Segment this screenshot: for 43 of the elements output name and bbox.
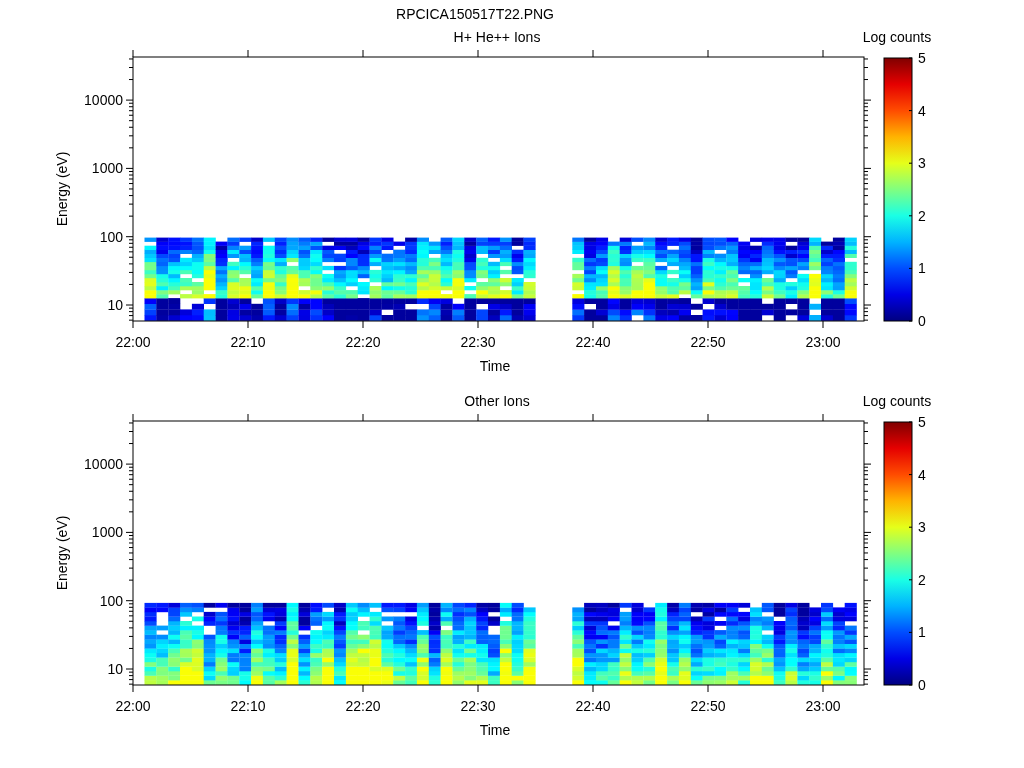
colorbar-tick-label: 5 <box>918 414 926 430</box>
x-tick-label: 22:00 <box>115 334 151 350</box>
panel-title: H+ He++ Ions <box>453 29 541 45</box>
x-tick-label: 23:00 <box>805 334 841 350</box>
colorbar-tick-label: 5 <box>918 50 926 66</box>
y-axis-label: Energy (eV) <box>54 151 70 227</box>
colorbar-tick-label: 3 <box>918 155 926 172</box>
x-tick-label: 22:10 <box>230 334 266 350</box>
x-tick-label: 22:40 <box>575 698 611 714</box>
figure-title: RPCICA150517T22.PNG <box>396 6 554 22</box>
x-tick-label: 22:20 <box>345 698 381 714</box>
x-axis-label: Time <box>479 358 511 374</box>
panel-title: Other Ions <box>464 393 530 409</box>
y-tick-label: 1000 <box>91 524 123 541</box>
x-tick-label: 22:20 <box>345 334 381 350</box>
y-tick-label: 10000 <box>84 92 123 109</box>
colorbar-tick-label: 4 <box>918 466 926 483</box>
colorbar-tick-label: 1 <box>918 624 926 641</box>
y-tick-label: 100 <box>99 592 123 609</box>
colorbar-tick-label: 0 <box>918 677 926 693</box>
y-tick-label: 10000 <box>84 456 123 473</box>
x-tick-label: 22:00 <box>115 698 151 714</box>
x-tick-label: 22:50 <box>690 334 726 350</box>
y-axis-label: Energy (eV) <box>54 515 70 591</box>
x-tick-label: 22:10 <box>230 698 266 714</box>
colorbar-tick-label: 4 <box>918 102 926 119</box>
y-tick-label: 1000 <box>91 160 123 177</box>
y-tick-label: 10 <box>107 661 123 677</box>
colorbar-label: Log counts <box>862 29 932 45</box>
colorbar-label: Log counts <box>862 393 932 409</box>
colorbar-tick-label: 2 <box>918 207 926 224</box>
x-tick-label: 22:30 <box>460 334 496 350</box>
x-axis-label: Time <box>479 722 511 738</box>
x-tick-label: 22:40 <box>575 334 611 350</box>
x-tick-label: 22:30 <box>460 698 496 714</box>
colorbar-tick-label: 0 <box>918 313 926 329</box>
colorbar-tick-label: 1 <box>918 260 926 277</box>
x-tick-label: 22:50 <box>690 698 726 714</box>
y-tick-label: 100 <box>99 228 123 245</box>
y-tick-label: 10 <box>107 297 123 313</box>
x-tick-label: 23:00 <box>805 698 841 714</box>
colorbar-tick-label: 2 <box>918 571 926 588</box>
colorbar-tick-label: 3 <box>918 519 926 536</box>
